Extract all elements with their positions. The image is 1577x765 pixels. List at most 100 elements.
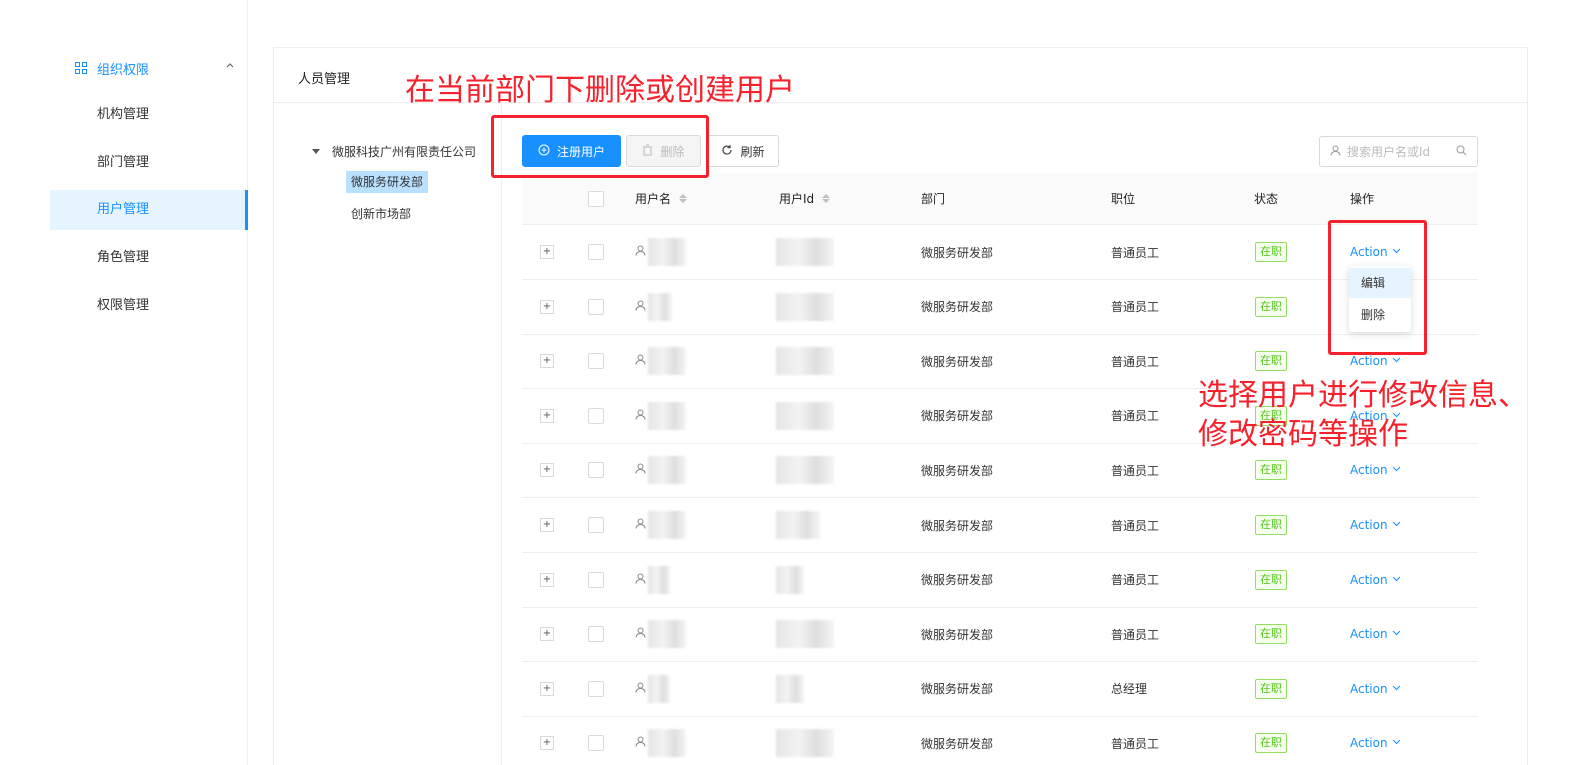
- column-header-username[interactable]: 用户名: [635, 173, 688, 224]
- status-badge: 在职: [1255, 607, 1287, 661]
- table-row[interactable]: + 微服务研发部 普通员工 在职 Action: [522, 498, 1478, 553]
- expand-row-button[interactable]: +: [540, 280, 554, 334]
- row-checkbox[interactable]: [588, 662, 604, 716]
- sidebar-item-roles[interactable]: 角色管理: [50, 238, 248, 278]
- table-row[interactable]: + 微服务研发部 普通员工 在职 Action: [522, 716, 1478, 765]
- position-cell: 普通员工: [1111, 354, 1160, 369]
- username-cell: [635, 716, 686, 765]
- column-header-position: 职位: [1111, 192, 1136, 206]
- appstore-icon: [75, 62, 87, 74]
- expand-row-button[interactable]: +: [540, 607, 554, 661]
- sidebar-item-permissions[interactable]: 权限管理: [50, 286, 248, 326]
- username-cell: [635, 498, 686, 552]
- expand-row-button[interactable]: +: [540, 225, 554, 279]
- user-icon: [635, 300, 646, 314]
- caret-down-icon: [312, 149, 320, 154]
- row-checkbox[interactable]: [588, 716, 604, 765]
- select-all-checkbox[interactable]: [588, 173, 604, 224]
- position-cell: 普通员工: [1111, 736, 1160, 751]
- tree-node-label: 微服科技广州有限责任公司: [332, 145, 477, 159]
- search-icon[interactable]: [1456, 145, 1467, 159]
- action-dropdown-trigger[interactable]: Action: [1350, 498, 1401, 552]
- status-badge: 在职: [1255, 553, 1287, 607]
- username-cell: [635, 389, 686, 443]
- userid-cell: [776, 280, 834, 334]
- tree-node-company[interactable]: 微服科技广州有限责任公司: [312, 143, 476, 160]
- redacted-username: [648, 565, 670, 594]
- sort-icon: [679, 194, 688, 203]
- table-row[interactable]: + 微服务研发部 总经理 在职 Action: [522, 662, 1478, 717]
- sidebar-item-users[interactable]: 用户管理: [50, 190, 248, 230]
- redacted-username: [648, 292, 672, 321]
- column-header-userid[interactable]: 用户Id: [779, 173, 831, 224]
- action-dropdown-trigger[interactable]: Action: [1350, 607, 1401, 661]
- chevron-down-icon: [1392, 738, 1401, 748]
- username-cell: [635, 662, 670, 716]
- action-dropdown-trigger[interactable]: Action: [1350, 716, 1401, 765]
- sidebar-item-institutions[interactable]: 机构管理: [50, 95, 248, 135]
- row-checkbox[interactable]: [588, 607, 604, 661]
- user-icon: [635, 627, 646, 641]
- position-cell: 总经理: [1111, 682, 1148, 697]
- redacted-userid: [776, 238, 834, 266]
- position-cell: 普通员工: [1111, 573, 1160, 588]
- status-label: 在职: [1255, 678, 1287, 699]
- redacted-username: [648, 511, 686, 539]
- redacted-username: [648, 401, 686, 430]
- position-cell: 普通员工: [1111, 518, 1160, 533]
- column-title: 用户Id: [779, 192, 815, 206]
- position-cell: 普通员工: [1111, 409, 1160, 424]
- column-title: 用户名: [635, 192, 672, 206]
- column-header-status: 状态: [1254, 192, 1279, 206]
- expand-row-button[interactable]: +: [540, 334, 554, 388]
- username-cell: [635, 280, 672, 334]
- action-label: Action: [1350, 463, 1388, 478]
- userid-cell: [776, 443, 834, 497]
- status-label: 在职: [1255, 351, 1287, 372]
- status-badge: 在职: [1255, 716, 1287, 765]
- expand-row-button[interactable]: +: [540, 443, 554, 497]
- table-row[interactable]: + 微服务研发部 普通员工 在职 Action: [522, 553, 1478, 608]
- column-header-operation: 操作: [1350, 192, 1375, 206]
- row-checkbox[interactable]: [588, 225, 604, 279]
- row-checkbox[interactable]: [588, 334, 604, 388]
- expand-row-button[interactable]: +: [540, 553, 554, 607]
- row-checkbox[interactable]: [588, 280, 604, 334]
- position-cell: 普通员工: [1111, 300, 1160, 315]
- redacted-userid: [776, 347, 834, 376]
- expand-row-button[interactable]: +: [540, 389, 554, 443]
- row-checkbox[interactable]: [588, 443, 604, 497]
- chevron-down-icon: [1392, 629, 1401, 639]
- sidebar-item-label: 角色管理: [97, 250, 150, 265]
- action-dropdown-trigger[interactable]: Action: [1350, 662, 1401, 716]
- search-input[interactable]: 搜索用户名或Id: [1319, 136, 1478, 167]
- status-label: 在职: [1255, 460, 1287, 481]
- row-checkbox[interactable]: [588, 389, 604, 443]
- redacted-userid: [776, 456, 834, 485]
- annotation-box-toolbar: [491, 115, 709, 178]
- tree-node-market[interactable]: 创新市场部: [346, 203, 416, 225]
- expand-row-button[interactable]: +: [540, 662, 554, 716]
- user-icon: [1330, 145, 1341, 159]
- action-dropdown-trigger[interactable]: Action: [1350, 553, 1401, 607]
- redacted-userid: [776, 674, 804, 703]
- sidebar-group-org-permissions[interactable]: 组织权限: [75, 58, 235, 78]
- sidebar-item-departments[interactable]: 部门管理: [50, 143, 248, 183]
- user-icon: [635, 573, 646, 587]
- redacted-userid: [776, 565, 804, 594]
- row-checkbox[interactable]: [588, 553, 604, 607]
- table-row[interactable]: + 微服务研发部 普通员工 在职 Action: [522, 607, 1478, 663]
- annotation-text-action-2: 修改密码等操作: [1198, 417, 1408, 452]
- user-icon: [635, 518, 646, 532]
- row-checkbox[interactable]: [588, 498, 604, 552]
- expand-row-button[interactable]: +: [540, 716, 554, 765]
- status-label: 在职: [1255, 733, 1287, 754]
- annotation-box-action: [1328, 220, 1427, 355]
- refresh-button[interactable]: 刷新: [707, 135, 779, 167]
- redacted-username: [648, 729, 686, 758]
- tree-node-rd[interactable]: 微服务研发部: [346, 171, 429, 193]
- redacted-username: [648, 674, 670, 703]
- expand-row-button[interactable]: +: [540, 498, 554, 552]
- department-cell: 微服务研发部: [921, 409, 994, 424]
- status-badge: 在职: [1255, 225, 1287, 279]
